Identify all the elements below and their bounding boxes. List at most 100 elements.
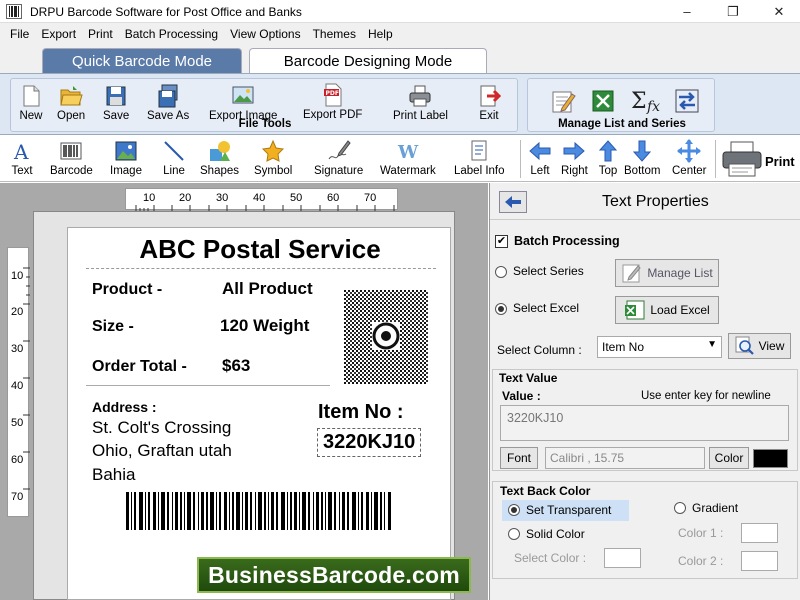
manage-list-label: Manage List [647, 266, 713, 280]
barcode-label[interactable]: ABC Postal Service Product - All Product… [67, 227, 451, 600]
order-total-key[interactable]: Order Total - [92, 358, 187, 376]
load-excel-label: Load Excel [650, 303, 710, 317]
font-button[interactable]: Font [500, 447, 538, 469]
menu-view-options[interactable]: View Options [224, 27, 306, 41]
ruler-tick-label: 70 [364, 192, 377, 204]
item-no-key[interactable]: Item No : [318, 401, 404, 424]
view-button[interactable]: View [728, 333, 791, 359]
label-heading[interactable]: ABC Postal Service [68, 234, 452, 265]
text-value-content: 3220KJ10 [507, 411, 564, 425]
menu-print[interactable]: Print [82, 27, 119, 41]
address-line-1[interactable]: St. Colt's Crossing [92, 418, 231, 438]
solid-color-swatch[interactable] [604, 548, 641, 568]
open-button[interactable]: Open [57, 84, 85, 122]
product-key[interactable]: Product - [92, 281, 162, 299]
export-image-button[interactable]: Export Image [209, 84, 277, 122]
swap-arrows-icon[interactable] [674, 88, 700, 114]
menu-help[interactable]: Help [362, 27, 399, 41]
new-button[interactable]: New [19, 84, 43, 122]
excel-refresh-icon[interactable] [590, 88, 616, 114]
qr-code-image[interactable] [344, 290, 428, 384]
solid-color-radio[interactable] [508, 528, 520, 540]
barcode-icon [59, 139, 83, 163]
ruler-tick-label: 60 [327, 192, 340, 204]
product-value[interactable]: All Product [222, 279, 313, 299]
item-no-value[interactable]: 3220KJ10 [317, 428, 422, 457]
save-as-button[interactable]: Save As [147, 84, 189, 122]
size-key[interactable]: Size - [92, 318, 134, 336]
print-button-printer-icon[interactable] [722, 140, 762, 178]
shapes-tool-label: Shapes [200, 165, 240, 177]
align-right-button[interactable]: Right [561, 139, 588, 177]
address-line-3[interactable]: Bahia [92, 465, 135, 485]
text-value-input[interactable]: 3220KJ10 [500, 405, 789, 441]
ruler-vertical: 10 20 30 40 50 60 70 [7, 247, 30, 517]
select-excel-radio[interactable] [495, 303, 507, 315]
barcode-tool-button[interactable]: Barcode [50, 139, 93, 177]
align-center-button[interactable]: Center [672, 139, 707, 177]
tab-quick-barcode-mode[interactable]: Quick Barcode Mode [42, 48, 242, 73]
menu-batch-processing[interactable]: Batch Processing [119, 27, 224, 41]
order-total-value[interactable]: $63 [222, 356, 250, 376]
symbol-tool-label: Symbol [254, 165, 293, 177]
watermark-tool-button[interactable]: W Watermark [380, 139, 436, 177]
address-key[interactable]: Address : [92, 399, 157, 415]
shapes-icon [208, 139, 232, 163]
manage-list-button[interactable]: Manage List [615, 259, 719, 287]
select-column-dropdown[interactable]: Item No ▼ [597, 336, 722, 358]
save-button[interactable]: Save [103, 84, 129, 122]
align-left-button[interactable]: Left [528, 139, 552, 177]
gradient-label: Gradient [692, 501, 739, 515]
ruler-tick-label: 70 [11, 491, 24, 503]
symbol-tool-button[interactable]: Symbol [254, 139, 292, 177]
shapes-tool-button[interactable]: Shapes [200, 139, 239, 177]
select-series-radio[interactable] [495, 266, 507, 278]
line-tool-button[interactable]: Line [162, 139, 186, 177]
batch-processing-checkbox[interactable]: ✔ [495, 235, 508, 248]
menu-themes[interactable]: Themes [307, 27, 362, 41]
edit-list-icon[interactable] [550, 88, 576, 114]
align-top-button[interactable]: Top [596, 139, 620, 177]
arrow-left-icon [528, 139, 552, 163]
close-icon[interactable]: ✕ [756, 0, 800, 23]
load-excel-button[interactable]: Load Excel [615, 296, 719, 324]
image-tool-button[interactable]: Image [110, 139, 142, 177]
set-transparent-radio[interactable] [508, 504, 520, 516]
print-button-label[interactable]: Print [765, 154, 795, 169]
menu-export[interactable]: Export [35, 27, 82, 41]
newline-hint: Use enter key for newline [641, 390, 771, 402]
star-symbol-icon [261, 139, 285, 163]
minimize-icon[interactable]: – [664, 0, 710, 23]
linear-barcode-image[interactable] [126, 492, 392, 530]
toolbar-divider [520, 140, 521, 178]
tab-barcode-designing-mode[interactable]: Barcode Designing Mode [249, 48, 487, 73]
text-color-button[interactable]: Color [709, 447, 749, 469]
title-bar: DRPU Barcode Software for Post Office an… [0, 0, 800, 23]
text-tool-button[interactable]: A Text [10, 139, 34, 177]
menu-file[interactable]: File [4, 27, 35, 41]
export-pdf-button[interactable]: PDF Export PDF [303, 83, 362, 121]
line-tool-label: Line [163, 165, 185, 177]
color2-swatch[interactable] [741, 551, 778, 571]
sigma-function-icon[interactable]: Σfx [630, 87, 664, 115]
gradient-radio[interactable] [674, 502, 686, 514]
svg-text:W: W [397, 142, 419, 163]
size-value[interactable]: 120 Weight [220, 316, 309, 336]
address-line-2[interactable]: Ohio, Graftan utah [92, 441, 232, 461]
color1-swatch[interactable] [741, 523, 778, 543]
back-arrow-button[interactable] [499, 191, 527, 213]
printer-icon [408, 84, 432, 108]
label-info-tool-button[interactable]: Label Info [454, 139, 505, 177]
manage-list-group-label: Manage List and Series [558, 118, 686, 130]
text-color-swatch[interactable] [753, 449, 788, 468]
signature-tool-button[interactable]: Signature [314, 139, 363, 177]
align-bottom-button[interactable]: Bottom [624, 139, 660, 177]
menu-bar: File Export Print Batch Processing View … [0, 23, 800, 45]
maximize-icon[interactable]: ❐ [710, 0, 756, 23]
save-as-disk-icon [156, 84, 180, 108]
exit-button[interactable]: Exit [477, 84, 502, 122]
print-label-button[interactable]: Print Label [393, 84, 448, 122]
label-info-icon [467, 139, 491, 163]
select-series-label: Select Series [513, 264, 584, 278]
arrow-up-icon [596, 139, 620, 163]
